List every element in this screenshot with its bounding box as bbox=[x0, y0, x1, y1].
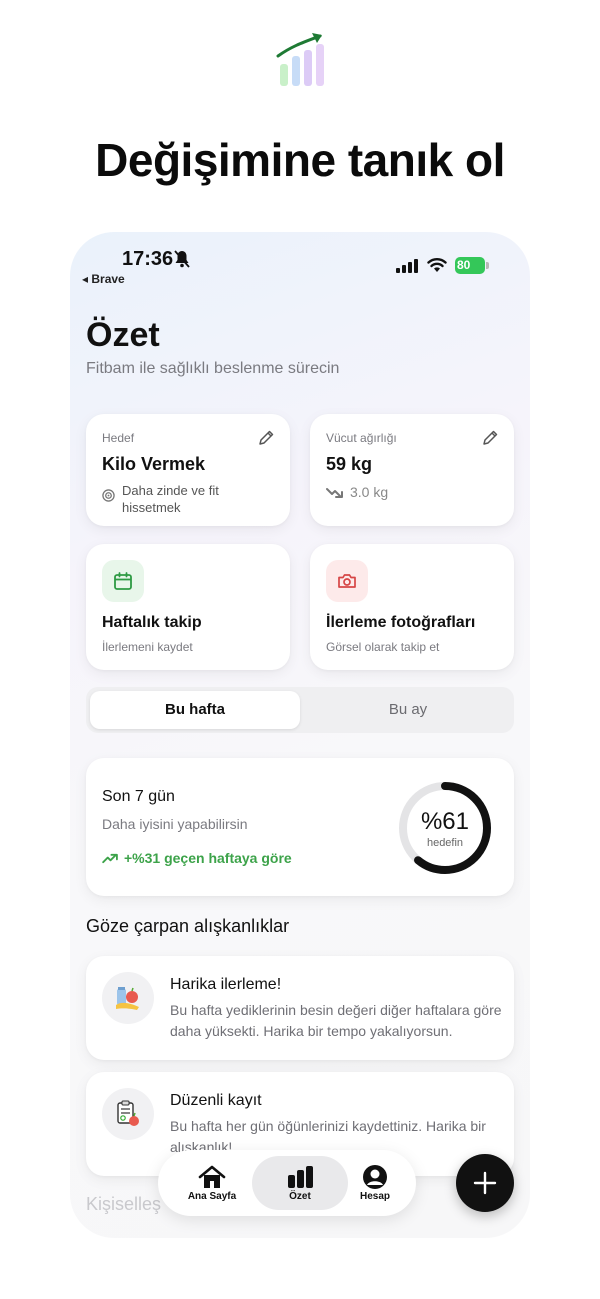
healthy-food-illustration bbox=[116, 987, 139, 1010]
weight-label: Vücut ağırlığı bbox=[326, 431, 397, 445]
tab-summary[interactable]: Özet bbox=[252, 1156, 348, 1210]
healthy-food-icon bbox=[102, 972, 154, 1024]
goal-progress-caption: hedefin bbox=[426, 837, 464, 849]
edit-goal-pencil-icon[interactable] bbox=[257, 429, 275, 447]
goal-progress-percent: %61 bbox=[420, 808, 470, 835]
tab-summary-label: Özet bbox=[289, 1191, 311, 1202]
segment-this-week[interactable]: Bu hafta bbox=[90, 691, 300, 729]
status-time: 17:36 bbox=[122, 248, 174, 270]
camera-icon bbox=[338, 574, 356, 588]
weekly-tracking-card[interactable]: Haftalık takip İlerlemeni kaydet bbox=[86, 544, 290, 670]
tab-home-label: Ana Sayfa bbox=[187, 1191, 237, 1202]
status-bar: 17:36 ◂ Brave 80 bbox=[70, 232, 530, 288]
back-to-app-link[interactable]: ◂ Brave bbox=[82, 272, 125, 286]
bottom-tab-bar: Ana Sayfa Özet Hesap bbox=[158, 1150, 416, 1216]
page-title: Özet bbox=[86, 316, 160, 354]
goal-label: Hedef bbox=[102, 431, 135, 445]
growth-chart-logo-icon bbox=[276, 33, 324, 86]
calendar-icon-bubble bbox=[102, 560, 144, 602]
plus-icon bbox=[473, 1171, 497, 1195]
habits-section-title: Göze çarpan alışkanlıklar bbox=[86, 916, 290, 936]
tab-account-label: Hesap bbox=[359, 1191, 390, 1202]
phone-screen: 17:36 ◂ Brave 80 Özet Fitbam ile sağlıkl… bbox=[70, 232, 530, 1238]
segment-this-month[interactable]: Bu ay bbox=[306, 691, 510, 729]
period-segmented-control: Bu hafta Bu ay bbox=[86, 687, 514, 733]
tab-account[interactable]: Hesap bbox=[340, 1156, 410, 1210]
photos-title: İlerleme fotoğrafları bbox=[326, 614, 476, 631]
goal-card[interactable]: Hedef Kilo Vermek Daha zinde ve fit hiss… bbox=[86, 414, 290, 526]
checklist-apple-icon bbox=[102, 1088, 154, 1140]
edit-weight-pencil-icon[interactable] bbox=[481, 429, 499, 447]
trend-down-icon bbox=[326, 488, 343, 498]
headline: Değişimine tanık ol bbox=[95, 134, 505, 186]
photos-subtitle: Görsel olarak takip et bbox=[326, 640, 440, 654]
goal-note: Daha zinde ve fit hissetmek bbox=[122, 483, 219, 515]
cellular-signal-icon bbox=[396, 259, 418, 273]
summary-title: Son 7 gün bbox=[102, 788, 175, 805]
habit-title: Düzenli kayıt bbox=[170, 1092, 262, 1109]
tab-home[interactable]: Ana Sayfa bbox=[164, 1156, 260, 1210]
summary-trend: +%31 geçen haftaya göre bbox=[124, 850, 292, 866]
checklist-apple-illustration bbox=[117, 1100, 139, 1126]
weekly-title: Haftalık takip bbox=[102, 614, 202, 631]
target-icon bbox=[102, 489, 115, 502]
weight-change: 3.0 kg bbox=[350, 484, 389, 500]
summary-subtitle: Daha iyisini yapabilirsin bbox=[102, 816, 248, 832]
weekly-subtitle: İlerlemeni kaydet bbox=[102, 640, 193, 654]
bar-chart-icon bbox=[288, 1166, 313, 1188]
battery-cap bbox=[486, 262, 489, 269]
goal-value: Kilo Vermek bbox=[102, 454, 206, 474]
habit-title: Harika ilerleme! bbox=[170, 976, 282, 993]
progress-photos-card[interactable]: İlerleme fotoğrafları Görsel olarak taki… bbox=[310, 544, 514, 670]
battery-level: 80 bbox=[455, 257, 485, 274]
bell-muted-icon bbox=[174, 250, 190, 268]
weight-card[interactable]: Vücut ağırlığı 59 kg 3.0 kg bbox=[310, 414, 514, 526]
trend-up-icon bbox=[102, 853, 118, 864]
calendar-icon bbox=[114, 572, 132, 590]
camera-icon-bubble bbox=[326, 560, 368, 602]
weight-value: 59 kg bbox=[326, 454, 373, 474]
add-button[interactable] bbox=[456, 1154, 514, 1212]
next-section-title-partial: Kişiselleş bbox=[86, 1194, 162, 1214]
user-avatar-icon bbox=[363, 1165, 387, 1189]
page-subtitle: Fitbam ile sağlıklı beslenme sürecin bbox=[86, 360, 340, 377]
home-icon bbox=[198, 1165, 226, 1188]
habit-description: Bu hafta yediklerinin besin değeri diğer… bbox=[170, 1002, 502, 1039]
wifi-icon bbox=[427, 258, 447, 272]
battery-indicator: 80 bbox=[455, 257, 489, 274]
